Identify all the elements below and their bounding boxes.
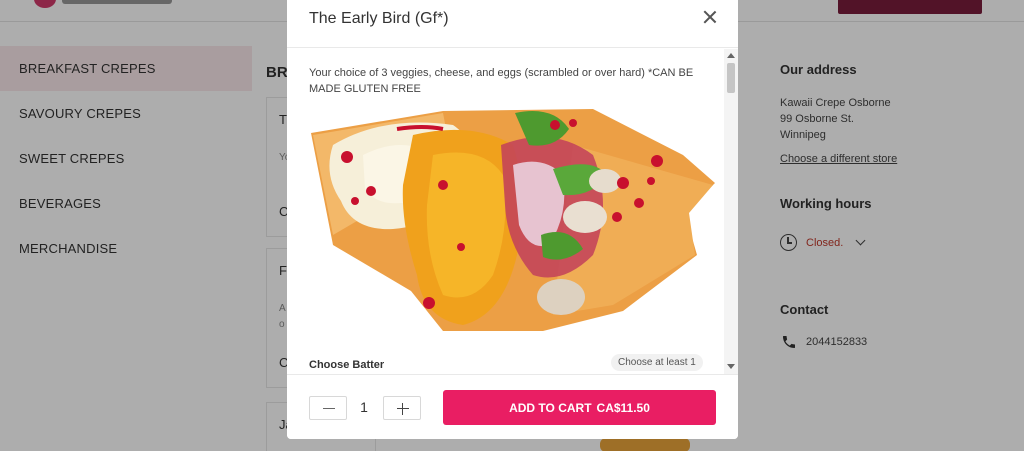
close-icon[interactable] — [701, 8, 719, 26]
product-image — [311, 109, 715, 331]
product-description: Your choice of 3 veggies, cheese, and eg… — [309, 67, 694, 95]
choose-batter-hint: Choose at least 1 — [611, 354, 703, 371]
quantity-value: 1 — [360, 399, 368, 415]
choose-batter-label: Choose Batter — [309, 359, 385, 371]
add-to-cart-label: ADD TO CART — [509, 400, 592, 415]
add-to-cart-button[interactable]: ADD TO CART CA$11.50 — [443, 390, 716, 425]
decrease-quantity-button[interactable] — [309, 396, 347, 420]
modal-header: The Early Bird (Gf*) — [287, 0, 738, 48]
scroll-down-icon[interactable] — [727, 364, 735, 369]
minus-icon — [323, 408, 335, 410]
add-to-cart-price: CA$11.50 — [596, 400, 650, 415]
product-title: The Early Bird (Gf*) — [309, 10, 449, 27]
scrollbar[interactable] — [724, 49, 738, 374]
modal-footer: 1 ADD TO CART CA$11.50 — [287, 374, 738, 439]
scrollbar-thumb[interactable] — [727, 63, 735, 93]
increase-quantity-button[interactable] — [383, 396, 421, 420]
product-modal: The Early Bird (Gf*) Your choice of 3 ve… — [287, 0, 738, 439]
scroll-up-icon[interactable] — [727, 53, 735, 58]
modal-body: Your choice of 3 veggies, cheese, and eg… — [287, 49, 738, 374]
